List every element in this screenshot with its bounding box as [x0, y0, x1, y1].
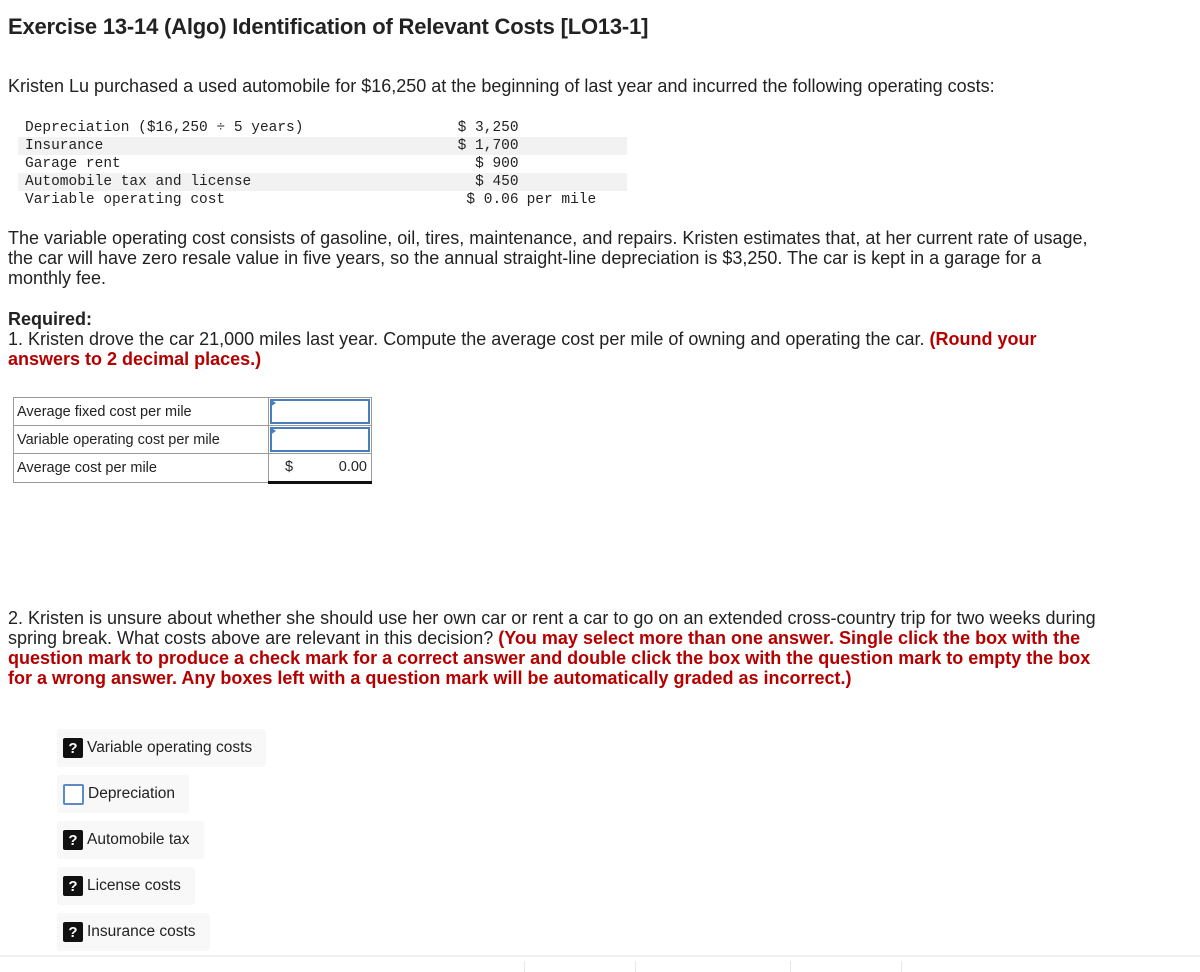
answer-row: Variable operating cost per mile	[13, 425, 372, 454]
choice-automobile-tax[interactable]: ? Automobile tax	[57, 821, 204, 859]
choice-depreciation[interactable]: Depreciation	[57, 775, 190, 813]
choice-variable-operating-costs[interactable]: ? Variable operating costs	[57, 729, 267, 767]
average-cost-total: $ 0.00	[268, 453, 372, 484]
answer-row: Average cost per mile $ 0.00	[13, 453, 372, 484]
cost-unit	[523, 155, 627, 173]
cost-row: Variable operating cost $ 0.06 per mile	[18, 191, 627, 209]
choice-label: Depreciation	[88, 785, 176, 802]
footer-divider	[901, 961, 902, 972]
choice-label: Automobile tax	[87, 831, 190, 848]
footer-divider	[790, 961, 791, 972]
answer-label: Average fixed cost per mile	[13, 397, 269, 426]
footer-divider	[524, 961, 525, 972]
question-mark-icon[interactable]: ?	[63, 738, 83, 758]
choice-insurance-costs[interactable]: ? Insurance costs	[57, 913, 210, 951]
input-box[interactable]	[270, 399, 370, 424]
average-cost-value: 0.00	[338, 459, 367, 475]
intro-text: Kristen Lu purchased a used automobile f…	[8, 76, 995, 96]
cost-unit	[522, 137, 627, 155]
footer-divider	[635, 961, 636, 972]
choice-label: License costs	[87, 877, 181, 894]
empty-checkbox-icon[interactable]	[63, 783, 84, 805]
cost-amount: $ 900	[475, 156, 519, 172]
required-section: Required: 1. Kristen drove the car 21,00…	[8, 309, 1068, 369]
input-flag-icon	[270, 399, 276, 407]
answer-row: Average fixed cost per mile	[13, 397, 372, 426]
cost-label: Garage rent	[25, 156, 121, 172]
answer-label: Average cost per mile	[13, 453, 269, 483]
cost-unit: per mile	[526, 192, 597, 208]
cost-amount: $ 0.06	[466, 192, 519, 208]
cost-label: Automobile tax and license	[18, 173, 311, 191]
answer-table: Average fixed cost per mile Variable ope…	[13, 397, 372, 484]
cost-amount: $ 1,700	[310, 137, 523, 155]
cost-row: Depreciation ($16,250 ÷ 5 years) $ 3,250	[18, 119, 627, 137]
cost-label: Variable operating cost	[25, 192, 226, 208]
choice-license-costs[interactable]: ? License costs	[57, 867, 195, 905]
choice-label: Variable operating costs	[87, 739, 253, 756]
cost-row: Garage rent $ 900	[18, 155, 627, 173]
description-text: The variable operating cost consists of …	[8, 228, 1088, 288]
question-1-text: 1. Kristen drove the car 21,000 miles la…	[8, 329, 930, 349]
required-heading: Required:	[8, 309, 93, 329]
cost-label: Depreciation ($16,250 ÷ 5 years)	[25, 120, 304, 136]
answer-label: Variable operating cost per mile	[13, 425, 269, 454]
exercise-title: Exercise 13-14 (Algo) Identification of …	[8, 14, 649, 39]
cost-amount: $ 3,250	[457, 120, 519, 136]
cost-unit	[522, 173, 627, 191]
bottom-divider	[0, 955, 1200, 957]
question-mark-icon[interactable]: ?	[63, 876, 83, 896]
question-mark-icon[interactable]: ?	[63, 922, 83, 942]
cost-amount: $ 450	[310, 173, 523, 191]
average-fixed-cost-input[interactable]	[268, 397, 372, 426]
cost-unit	[523, 119, 627, 137]
cost-row: Automobile tax and license $ 450	[18, 173, 627, 191]
variable-cost-input[interactable]	[268, 425, 372, 454]
question-2-section: 2. Kristen is unsure about whether she s…	[8, 608, 1098, 688]
operating-costs-table: Depreciation ($16,250 ÷ 5 years) $ 3,250…	[18, 119, 627, 209]
input-box[interactable]	[270, 427, 370, 452]
cost-row: Insurance $ 1,700	[18, 137, 627, 155]
input-flag-icon	[270, 427, 276, 435]
question-mark-icon[interactable]: ?	[63, 830, 83, 850]
choice-label: Insurance costs	[87, 923, 196, 940]
cost-label: Insurance	[18, 137, 311, 155]
currency-symbol: $	[285, 459, 294, 475]
